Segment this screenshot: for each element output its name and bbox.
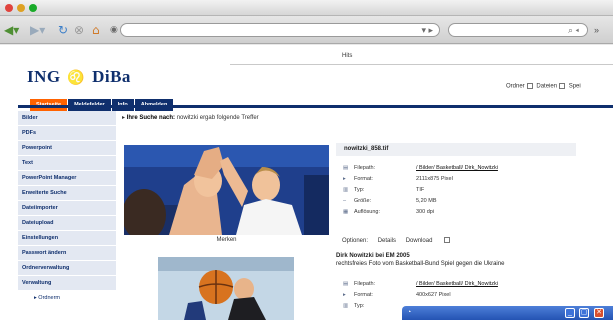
close-window-button[interactable] [5,4,13,12]
meta-value: 2111x875 Pixel [416,176,453,182]
sidebar-item-einstellungen[interactable]: Einstellungen [18,231,116,246]
option-dateien-label: Dateien [536,83,558,90]
meta-key: Größe: [354,198,372,204]
title-bar [0,0,613,16]
meta-key: Typ: [354,303,365,309]
meta-key: Format: [354,292,373,298]
close-button[interactable]: ✕ [594,308,604,318]
meta-key: Typ: [354,187,365,193]
address-bar[interactable]: ▾ ▸ [120,23,440,37]
sidebar-item-dateiupload[interactable]: Dateiupload [18,216,116,231]
search-options: Ordner Dateien Spei [506,83,581,90]
option-dateien-checkbox[interactable] [559,83,566,89]
meta-value: 300 dpi [416,209,435,215]
meta-key: Filepath: [354,165,376,171]
breadcrumb-prefix: Ihre Suche nach: [126,115,176,121]
meta-value: 5,20 MB [416,198,437,204]
result2-description: rechtsfreies Foto vom Basketball-Bund Sp… [336,261,505,267]
option-ordner-label: Ordner [506,83,525,90]
result1-bookmark[interactable]: Merken [124,237,329,243]
browser-window: ◀▾ ▶▾ ↻ ⊗ ⌂ ◉ ▾ ▸ ⌕ ◂ » Hits ING ♌ DiBa … [0,0,613,320]
minimize-window-button[interactable] [17,4,25,12]
search-bar[interactable]: ⌕ ◂ [448,23,588,37]
floating-window-titlebar[interactable]: ◔ _ ▢ ✕ [402,306,613,320]
format-icon: ▸ [343,176,346,182]
sidebar-item-pdfs[interactable]: PDFs [18,126,116,141]
meta-key: Filepath: [354,281,376,287]
zoom-window-button[interactable] [29,4,37,12]
meta-value: 400x627 Pixel [416,292,451,298]
option-spei-label: Spei [568,83,581,90]
breadcrumb: ▸ Ihre Suche nach: nowitzki ergab folgen… [122,114,259,121]
result1-thumbnail[interactable] [124,145,329,235]
size-icon: – [343,198,347,204]
result2-title[interactable]: Dirk Nowitzki bei EM 2005 [336,252,576,260]
options-label: Optionen: [342,237,369,244]
sidebar-item-passwort[interactable]: Passwort ändern [18,246,116,261]
home-icon[interactable]: ⌂ [92,22,100,38]
sidebar: Bilder PDFs Powerpoint Text PowerPoint M… [18,111,116,305]
reload-icon[interactable]: ↻ [58,22,68,38]
sidebar-item-ordnerverwaltung[interactable]: Ordnerverwaltung [18,261,116,276]
web-page: Hits ING ♌ DiBa Ordner Dateien Spei Star… [0,45,613,320]
sidebar-subitem-label: Ordnerm [38,295,60,301]
breadcrumb-text: nowitzki ergab folgende Treffer [176,115,259,121]
stop-icon[interactable]: ⊗ [74,22,84,38]
lion-icon: ♌ [67,71,86,86]
download-link[interactable]: Download [406,238,433,244]
result1-options: Optionen: Details Download [342,237,458,244]
result1-title[interactable]: nowitzki_858.tif [336,143,576,156]
basketball-game-photo [158,257,294,320]
app-icon: ◔ [407,309,412,316]
browser-toolbar: ◀▾ ▶▾ ↻ ⊗ ⌂ ◉ ▾ ▸ ⌕ ◂ » [0,16,613,44]
sidebar-item-bilder[interactable]: Bilder [18,111,116,126]
folder-icon: ▤ [343,281,349,287]
forward-arrow-icon[interactable]: ▶▾ [30,22,45,38]
type-icon: ▥ [343,187,349,193]
logo-diba-text: DiBa [92,67,131,86]
type-icon: ▥ [343,303,349,309]
resolution-icon: ▦ [343,209,349,215]
details-link[interactable]: Details [378,238,396,244]
meta-filepath-link[interactable]: / Bilder/ Basketball/ Dirk_Nowitzki [416,165,498,171]
result2-thumbnail[interactable] [158,257,294,320]
meta-value: TIF [416,187,425,193]
page-tabstrip: Hits [230,53,613,65]
ing-diba-logo[interactable]: ING ♌ DiBa [27,67,131,87]
format-icon: ▸ [343,292,346,298]
toolbar-more-icon[interactable]: » [594,25,599,35]
meta-key: Auflösung: [354,209,380,215]
sidebar-item-text[interactable]: Text [18,156,116,171]
minimize-button[interactable]: _ [565,308,575,318]
top-tab[interactable]: Hits [342,53,352,59]
option-ordner-checkbox[interactable] [526,83,533,89]
go-icon[interactable]: ▾ ▸ [421,24,433,37]
sidebar-subitem[interactable]: ▸ Ordnerm [18,291,116,305]
basketball-highfive-photo [124,145,329,235]
download-checkbox[interactable] [444,237,451,243]
search-icon[interactable]: ⌕ ◂ [568,24,579,37]
main-nav: StartseiteMeldefelderInfoAbmelden [30,93,174,111]
meta-key: Format: [354,176,373,182]
result2-header: Dirk Nowitzki bei EM 2005 rechtsfreies F… [336,252,576,268]
logo-ing-text: ING [27,67,61,86]
sidebar-item-powerpoint[interactable]: Powerpoint [18,141,116,156]
sidebar-item-verwaltung[interactable]: Verwaltung [18,276,116,291]
sidebar-item-dateiimporter[interactable]: Dateiimporter [18,201,116,216]
back-arrow-icon[interactable]: ◀▾ [4,22,19,38]
site-icon: ◉ [110,25,118,35]
folder-icon: ▤ [343,165,349,171]
sidebar-item-powerpoint-manager[interactable]: PowerPoint Manager [18,171,116,186]
nav-underline [18,105,613,108]
sidebar-item-erweiterte-suche[interactable]: Erweiterte Suche [18,186,116,201]
maximize-button[interactable]: ▢ [579,308,589,318]
meta-filepath-link[interactable]: / Bilder/ Basketball/ Dirk_Nowitzki [416,281,498,287]
